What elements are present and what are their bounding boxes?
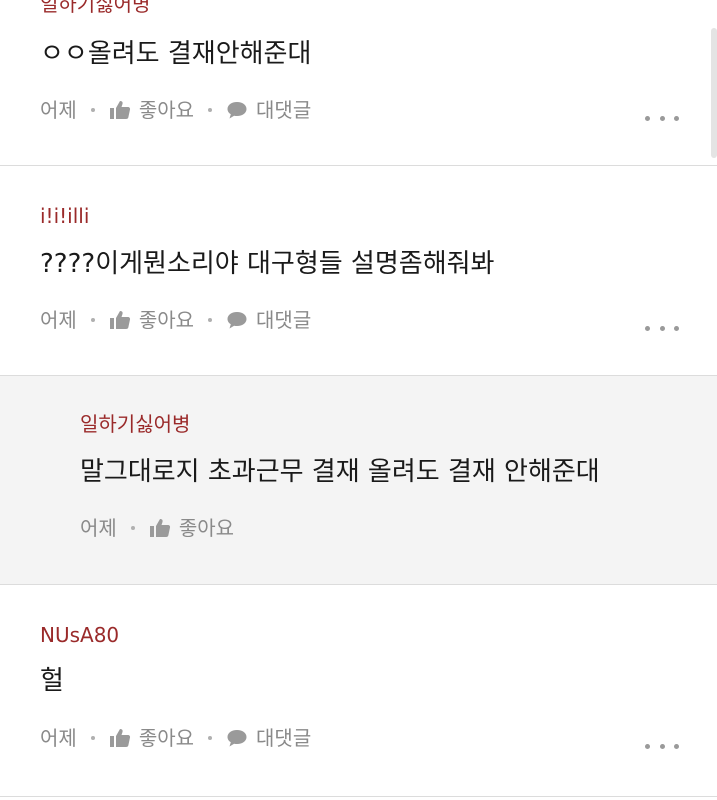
separator-dot (208, 318, 213, 322)
more-options-icon[interactable] (645, 114, 679, 122)
comment-feed: 일하기싫어병 ㅇㅇ올려도 결재안해준대 어제 좋아요 대댓글 i!i!illi … (0, 0, 717, 800)
comment-item: NUsA80 헐 어제 좋아요 대댓글 (0, 585, 717, 797)
like-button[interactable]: 좋아요 (109, 308, 194, 332)
like-button[interactable]: 좋아요 (149, 516, 234, 540)
reply-button[interactable]: 대댓글 (226, 308, 311, 332)
comment-time: 어제 (40, 308, 77, 332)
comment-meta: 어제 좋아요 대댓글 (40, 98, 311, 122)
comment-meta: 어제 좋아요 대댓글 (40, 308, 311, 332)
like-label: 좋아요 (178, 516, 235, 540)
separator-dot (90, 318, 95, 322)
reply-comment-item: 일하기싫어병 말그대로지 초과근무 결재 올려도 결재 안해준대 어제 좋아요 (0, 376, 717, 585)
speech-bubble-icon (227, 312, 247, 329)
like-label: 좋아요 (138, 726, 195, 750)
like-button[interactable]: 좋아요 (109, 98, 194, 122)
separator-dot (90, 736, 95, 740)
comment-author[interactable]: NUsA80 (40, 623, 119, 647)
comment-meta: 어제 좋아요 대댓글 (40, 726, 311, 750)
comment-author[interactable]: 일하기싫어병 (80, 412, 190, 436)
speech-bubble-icon (227, 730, 247, 747)
comment-meta: 어제 좋아요 (80, 516, 234, 540)
separator-dot (130, 526, 135, 530)
like-button[interactable]: 좋아요 (109, 726, 194, 750)
comment-time: 어제 (40, 98, 77, 122)
reply-label: 대댓글 (256, 726, 312, 750)
thumbs-up-icon (109, 729, 130, 747)
reply-label: 대댓글 (256, 308, 312, 332)
reply-button[interactable]: 대댓글 (226, 98, 311, 122)
thumbs-up-icon (149, 519, 170, 537)
comment-item: i!i!illi ????이게뭔소리야 대구형들 설명좀해줘봐 어제 좋아요 대… (0, 166, 717, 376)
thumbs-up-icon (109, 311, 130, 329)
comment-text: ㅇㅇ올려도 결재안해준대 (40, 39, 312, 69)
reply-button[interactable]: 대댓글 (226, 726, 311, 750)
comment-text: 말그대로지 초과근무 결재 올려도 결재 안해준대 (80, 457, 600, 487)
speech-bubble-icon (227, 102, 247, 119)
comment-author[interactable]: i!i!illi (40, 204, 89, 228)
comment-item: 일하기싫어병 ㅇㅇ올려도 결재안해준대 어제 좋아요 대댓글 (0, 0, 717, 166)
comment-time: 어제 (40, 726, 77, 750)
separator-dot (90, 108, 95, 112)
separator-dot (208, 736, 213, 740)
more-options-icon[interactable] (645, 324, 679, 332)
separator-dot (208, 108, 213, 112)
reply-label: 대댓글 (256, 98, 312, 122)
comment-author[interactable]: 일하기싫어병 (40, 0, 150, 16)
thumbs-up-icon (109, 101, 130, 119)
scrollbar[interactable] (711, 28, 717, 158)
like-label: 좋아요 (138, 308, 195, 332)
comment-time: 어제 (80, 516, 117, 540)
comment-text: ????이게뭔소리야 대구형들 설명좀해줘봐 (40, 249, 495, 279)
more-options-icon[interactable] (645, 742, 679, 750)
comment-text: 헐 (40, 666, 64, 696)
like-label: 좋아요 (138, 98, 195, 122)
